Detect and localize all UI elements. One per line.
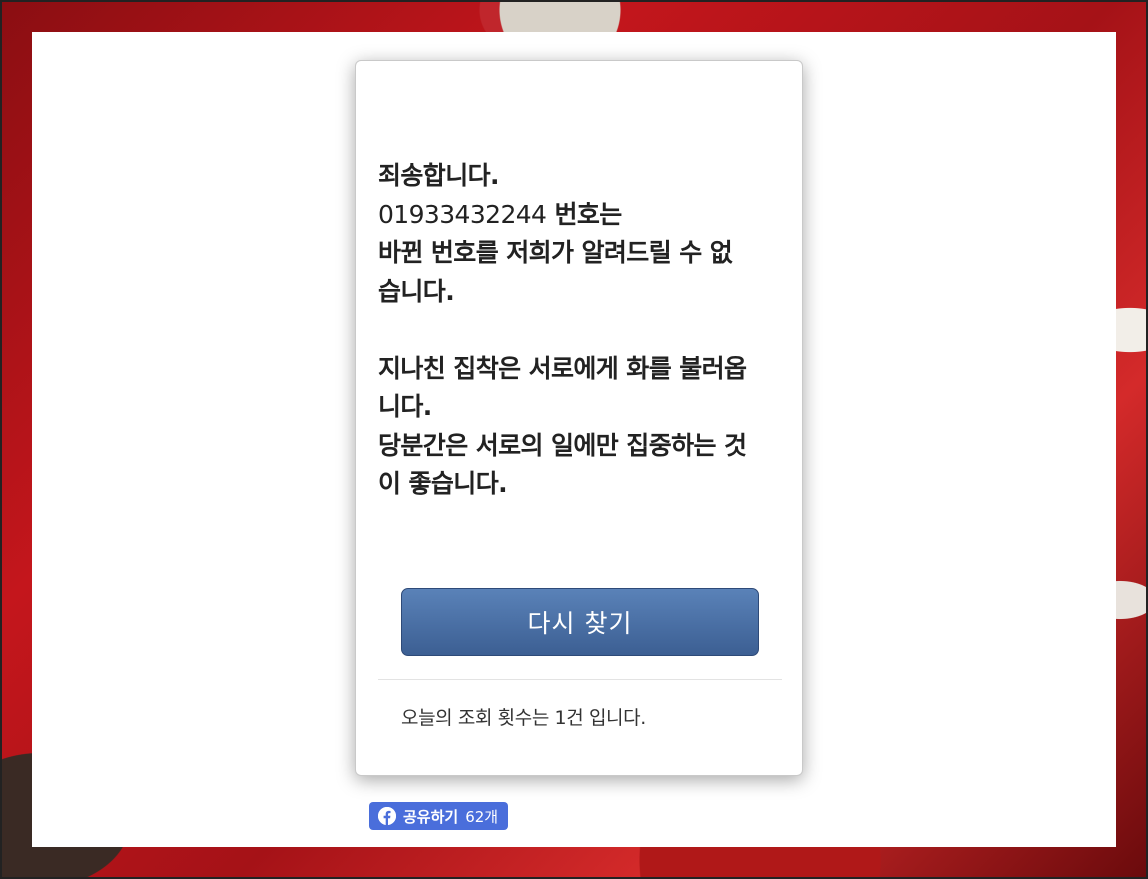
message-line: 지나친 집착은 서로에게 화를 불러옵	[378, 353, 747, 383]
message-line: 죄송합니다.	[378, 161, 500, 190]
view-count-text: 오늘의 조회 횟수는 1건 입니다.	[401, 707, 646, 729]
retry-search-button[interactable]: 다시 찾기	[401, 588, 759, 656]
message-line: 이 좋습니다.	[378, 469, 508, 498]
result-card: 죄송합니다. 01933432244 번호는 바뀐 번호를 저희가 알려드릴 수…	[355, 60, 803, 776]
facebook-icon	[378, 807, 396, 825]
divider	[378, 679, 782, 680]
message-line: 바뀐 번호를 저희가 알려드릴 수 없	[378, 238, 733, 267]
message-line: 니다.	[378, 392, 432, 421]
number-suffix: 번호는	[546, 199, 622, 229]
phone-number: 01933432244	[378, 199, 547, 229]
message-gap	[378, 311, 788, 350]
message-number-line: 01933432244 번호는	[378, 196, 788, 235]
message-line: 당분간은 서로의 일에만 집중하는 것	[378, 430, 747, 460]
message-line: 습니다.	[378, 276, 455, 306]
result-message: 죄송합니다. 01933432244 번호는 바뀐 번호를 저희가 알려드릴 수…	[378, 157, 788, 504]
facebook-share-button[interactable]: 공유하기 62개	[369, 802, 509, 830]
share-count: 62개	[465, 807, 499, 826]
share-label: 공유하기	[403, 807, 459, 826]
